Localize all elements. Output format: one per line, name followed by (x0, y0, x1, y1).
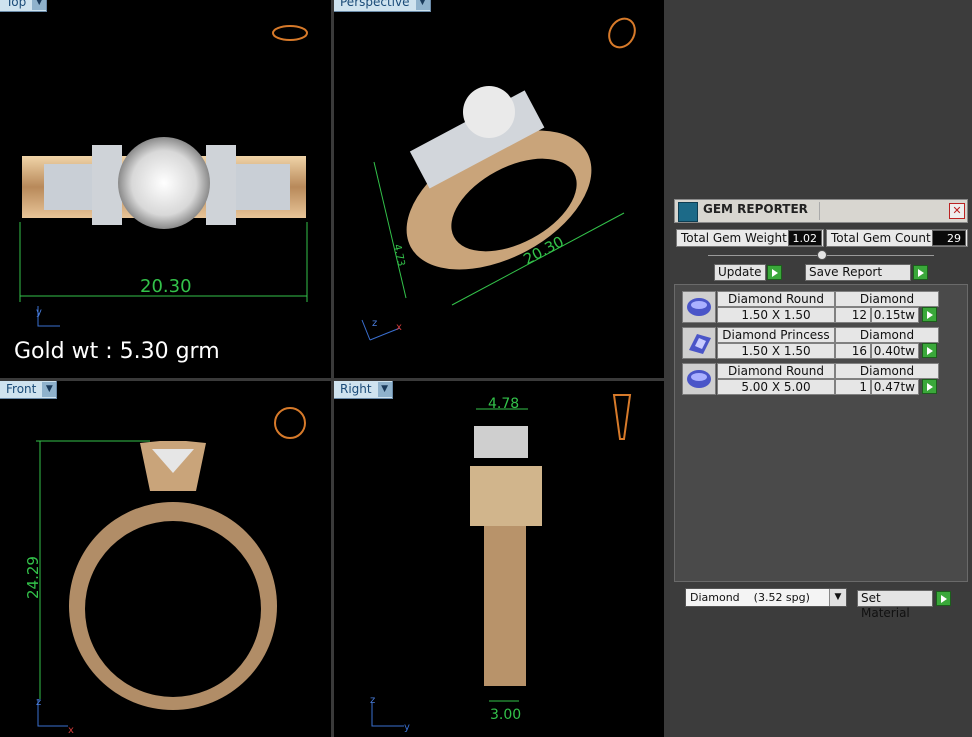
right-view-render: 4.78 3.00 z y (370, 394, 632, 733)
gem-size: 1.50 X 1.50 (717, 343, 835, 359)
list-item[interactable]: Diamond Round Diamond 5.00 X 5.00 1 0.47… (682, 363, 940, 395)
save-report-go-icon[interactable] (913, 265, 928, 280)
list-item[interactable]: Diamond Princess Diamond 1.50 X 1.50 16 … (682, 327, 940, 359)
viewport-top[interactable]: 20.30 y Top ▼ (0, 0, 331, 378)
tab-front[interactable]: Front ▼ (0, 381, 58, 399)
right-dimension-bottom: 3.00 (490, 707, 521, 723)
chevron-down-icon[interactable]: ▼ (42, 382, 57, 397)
gem-name: Diamond Princess (717, 327, 835, 343)
princess-diamond-icon (682, 327, 716, 359)
axis-z-label: z (372, 318, 377, 329)
gem-name: Diamond Round (717, 363, 835, 379)
axis-y-label: y (36, 307, 42, 318)
gem-size: 5.00 X 5.00 (717, 379, 835, 395)
axis-z-label: z (36, 697, 41, 708)
set-material-go-icon[interactable] (936, 591, 951, 606)
set-material-button[interactable]: Set Material (857, 590, 933, 620)
gem-name: Diamond Round (717, 291, 835, 307)
chevron-down-icon[interactable]: ▼ (32, 0, 47, 10)
round-diamond-icon (682, 363, 716, 395)
gem-count: 12 (835, 307, 871, 323)
round-diamond-icon (682, 291, 716, 323)
right-tab-label: Right (340, 382, 372, 396)
close-icon[interactable]: ✕ (949, 203, 965, 219)
top-tab-label: Top (6, 0, 27, 9)
gem-go-icon[interactable] (922, 307, 937, 322)
front-view-render: 24.29 z x (24, 407, 306, 736)
gem-count: 1 (835, 379, 871, 395)
gem-size: 1.50 X 1.50 (717, 307, 835, 323)
gem-weight: 0.47tw (871, 379, 919, 395)
gem-go-icon[interactable] (922, 379, 937, 394)
chevron-down-icon[interactable]: ▼ (377, 382, 392, 397)
perspective-view-render: 20.30 4.73 z x (361, 17, 636, 341)
chevron-down-icon[interactable]: ▼ (415, 0, 430, 10)
material-select[interactable]: Diamond (3.52 spg) ▼ (685, 588, 847, 607)
gem-material: Diamond (835, 291, 939, 307)
top-view-render: 20.30 y (19, 25, 308, 327)
perspective-dimension-short: 4.73 (391, 243, 406, 267)
perspective-tab-label: Perspective (340, 0, 410, 9)
gem-weight: 0.15tw (871, 307, 919, 323)
update-go-icon[interactable] (767, 265, 782, 280)
top-dimension: 20.30 (140, 276, 192, 297)
gem-reporter-titlebar: GEM REPORTER ✕ (674, 199, 968, 223)
material-select-value: Diamond (3.52 spg) (690, 591, 810, 604)
gem-weight: 0.40tw (871, 343, 919, 359)
gem-count: 16 (835, 343, 871, 359)
front-tab-label: Front (6, 382, 37, 396)
right-dimension-top: 4.78 (488, 396, 519, 412)
slider-handle[interactable] (817, 250, 827, 260)
gold-weight-label: Gold wt : 5.30 grm (14, 339, 220, 364)
gem-material: Diamond (835, 327, 939, 343)
gem-reporter-title: GEM REPORTER (703, 202, 808, 216)
save-report-button[interactable]: Save Report (805, 264, 911, 281)
axis-z-label: z (370, 695, 375, 706)
tab-right[interactable]: Right ▼ (334, 381, 393, 399)
gem-go-icon[interactable] (922, 343, 937, 358)
viewport-perspective[interactable]: 20.30 4.73 z x Perspective ▼ (334, 0, 664, 378)
gem-reporter-icon (678, 202, 698, 222)
axis-x-label: x (68, 725, 74, 736)
list-item[interactable]: Diamond Round Diamond 1.50 X 1.50 12 0.1… (682, 291, 940, 323)
total-gem-count-value: 29 (932, 230, 966, 246)
front-dimension: 24.29 (24, 556, 42, 599)
update-button[interactable]: Update (714, 264, 766, 281)
viewport-right[interactable]: 4.78 3.00 z y Right ▼ (334, 381, 664, 737)
total-gem-weight-value: 1.02 (788, 230, 822, 246)
gem-material: Diamond (835, 363, 939, 379)
axis-y-label: y (404, 722, 410, 733)
tab-perspective[interactable]: Perspective ▼ (334, 0, 431, 12)
tab-top[interactable]: Top ▼ (0, 0, 48, 12)
viewport-front[interactable]: 24.29 z x Front ▼ (0, 381, 331, 737)
title-separator (819, 202, 820, 220)
axis-x-label: x (396, 322, 402, 333)
chevron-down-icon[interactable]: ▼ (829, 589, 846, 606)
